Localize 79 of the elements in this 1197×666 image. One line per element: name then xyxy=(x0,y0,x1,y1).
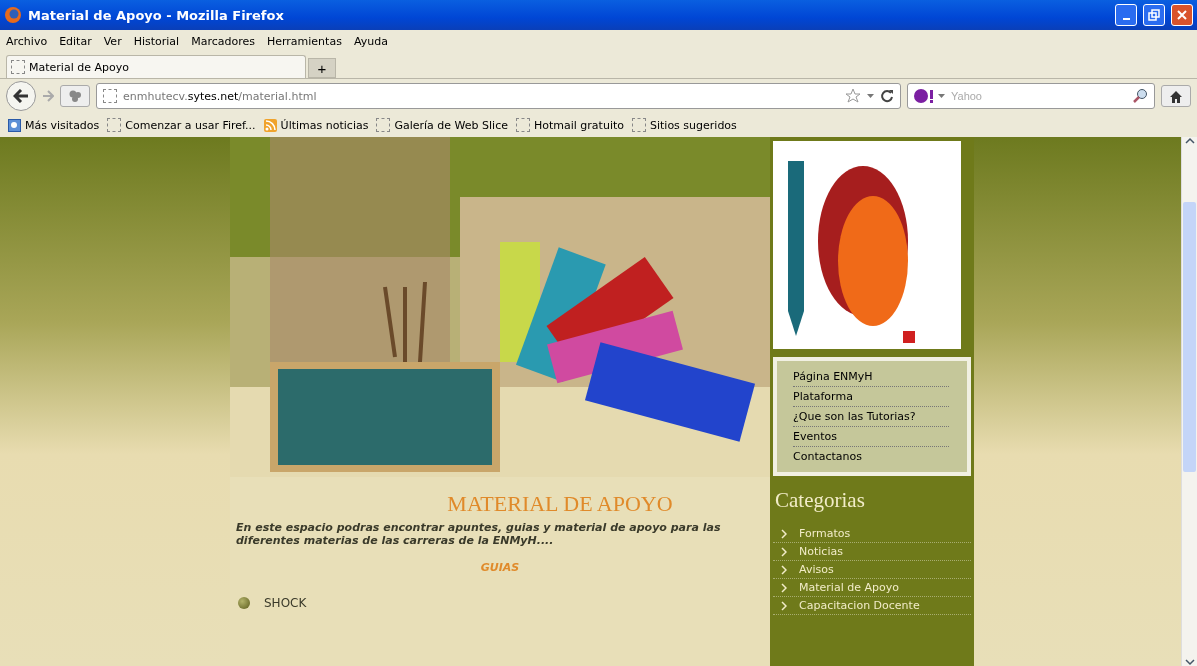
category-link[interactable]: Noticias xyxy=(773,543,971,561)
chevron-icon xyxy=(781,546,787,557)
bullet-icon xyxy=(238,597,250,609)
bookmark-folder-icon xyxy=(8,118,21,132)
browser-tab[interactable]: Material de Apoyo xyxy=(6,55,306,78)
back-arrow-icon xyxy=(13,89,29,103)
nav-link[interactable]: Contactanos xyxy=(793,447,949,466)
menu-item[interactable]: Marcadores xyxy=(191,34,255,48)
dropdown-arrow-icon[interactable] xyxy=(867,94,874,98)
scroll-up-icon[interactable] xyxy=(1184,137,1195,145)
menu-item[interactable]: Herramientas xyxy=(266,34,342,48)
category-label: Material de Apoyo xyxy=(799,581,899,594)
page-heading: MATERIAL DE APOYO xyxy=(446,491,674,517)
scrollbar-thumb[interactable] xyxy=(1183,201,1196,472)
page-icon xyxy=(107,118,122,132)
bookmark-item[interactable]: Comenzar a usar Firef... xyxy=(107,118,256,132)
bookmark-item[interactable]: Galería de Web Slice xyxy=(376,118,508,132)
addon-button[interactable] xyxy=(60,85,90,107)
menu-item[interactable]: Historial xyxy=(133,34,180,48)
bookmark-item[interactable]: Más visitados xyxy=(8,118,100,132)
nav-link[interactable]: Página ENMyH xyxy=(793,367,949,387)
url-text: enmhutecv.sytes.net/material.html xyxy=(123,89,317,103)
chevron-icon xyxy=(781,564,787,575)
chevron-icon xyxy=(781,600,787,611)
restore-button[interactable] xyxy=(1143,4,1165,26)
page-icon xyxy=(515,118,530,132)
bookmark-item[interactable]: Hotmail gratuito xyxy=(515,118,624,132)
home-button[interactable] xyxy=(1161,85,1191,107)
category-label: Capacitacion Docente xyxy=(799,599,920,612)
close-button[interactable] xyxy=(1171,4,1193,26)
categories-heading: Categorias xyxy=(775,488,866,513)
category-link[interactable]: Avisos xyxy=(773,561,971,579)
page-icon xyxy=(376,118,391,132)
puzzle-dots-icon xyxy=(68,89,82,103)
page-icon xyxy=(103,89,117,103)
menu-item[interactable]: Ayuda xyxy=(353,34,388,48)
page-icon xyxy=(632,118,646,132)
restore-icon xyxy=(1148,9,1160,21)
back-button[interactable] xyxy=(6,81,36,111)
search-box[interactable]: Yahoo xyxy=(907,83,1155,109)
page-icon xyxy=(11,60,25,74)
tab-label: Material de Apoyo xyxy=(29,60,129,74)
home-icon xyxy=(1169,89,1183,103)
rss-icon xyxy=(263,118,277,132)
scroll-down-icon[interactable] xyxy=(1184,658,1195,666)
nav-link[interactable]: Plataforma xyxy=(793,387,949,407)
nav-link[interactable]: ¿Que son las Tutorias? xyxy=(793,407,949,427)
menu-item[interactable]: Archivo xyxy=(6,34,48,48)
category-link[interactable]: Capacitacion Docente xyxy=(773,597,971,615)
bookmark-item[interactable]: Sitios sugeridos xyxy=(632,118,737,132)
intro-paragraph: En este espacio podras encontrar apuntes, guias y material de apoyo para las diferentes materias de las carreras de la ENMyH.... xyxy=(235,521,722,547)
menu-item[interactable]: Editar xyxy=(59,34,92,48)
window-title: Material de Apoyo - Mozilla Firefox xyxy=(28,7,285,23)
chevron-icon xyxy=(781,528,787,539)
scrollbar[interactable] xyxy=(1181,137,1197,666)
firefox-logo-icon xyxy=(4,6,22,24)
minimize-icon xyxy=(1122,18,1130,20)
category-label: Noticias xyxy=(799,545,843,558)
star-icon[interactable] xyxy=(845,88,861,104)
close-icon xyxy=(1176,9,1188,21)
tutoring-promo-drawing[interactable] xyxy=(773,141,961,349)
search-field[interactable]: Yahoo xyxy=(949,89,1128,103)
list-item[interactable]: SHOCK xyxy=(264,596,307,610)
menu-item[interactable]: Ver xyxy=(103,34,122,48)
minimize-button[interactable] xyxy=(1115,4,1137,26)
bookmark-item[interactable]: Últimas noticias xyxy=(263,118,369,132)
chevron-icon xyxy=(781,582,787,593)
section-heading: GUIAS xyxy=(479,561,521,574)
search-icon[interactable] xyxy=(1132,88,1148,104)
category-link[interactable]: Material de Apoyo xyxy=(773,579,971,597)
category-label: Formatos xyxy=(799,527,851,540)
dropdown-arrow-icon[interactable] xyxy=(938,94,945,98)
category-link[interactable]: Formatos xyxy=(773,525,971,543)
new-tab-button[interactable]: + xyxy=(308,58,336,78)
nav-link[interactable]: Eventos xyxy=(793,427,949,447)
reload-icon[interactable] xyxy=(880,89,894,103)
category-label: Avisos xyxy=(799,563,834,576)
address-bar[interactable]: enmhutecv.sytes.net/material.html xyxy=(96,83,901,109)
yahoo-logo-icon xyxy=(914,89,934,103)
